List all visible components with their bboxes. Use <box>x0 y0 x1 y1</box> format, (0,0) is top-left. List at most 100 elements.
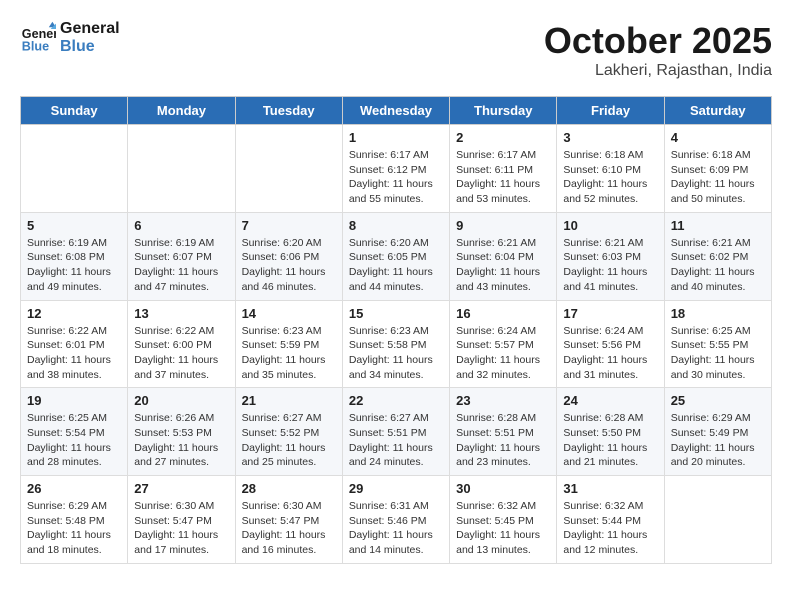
location-subtitle: Lakheri, Rajasthan, India <box>544 62 772 80</box>
calendar-cell: 3 Sunrise: 6:18 AM Sunset: 6:10 PM Daylig… <box>557 125 664 213</box>
calendar-cell: 14 Sunrise: 6:23 AM Sunset: 5:59 PM Dayli… <box>235 300 342 388</box>
day-number: 14 <box>242 306 336 321</box>
calendar-cell: 1Sunrise: 6:17 AM Sunset: 6:12 PM Daylig… <box>342 125 449 213</box>
weekday-header-row: SundayMondayTuesdayWednesdayThursdayFrid… <box>21 97 772 125</box>
calendar-cell: 12 Sunrise: 6:22 AM Sunset: 6:01 PM Dayli… <box>21 300 128 388</box>
day-number: 23 <box>456 393 550 408</box>
day-number: 2 <box>456 130 550 145</box>
day-info: Sunrise: 6:21 AM Sunset: 6:02 PM Dayligh… <box>671 236 765 295</box>
day-info: Sunrise: 6:32 AM Sunset: 5:45 PM Dayligh… <box>456 499 550 558</box>
day-info: Sunrise: 6:19 AM Sunset: 6:07 PM Dayligh… <box>134 236 228 295</box>
calendar-cell <box>235 125 342 213</box>
day-number: 25 <box>671 393 765 408</box>
day-info: Sunrise: 6:18 AM Sunset: 6:09 PM Dayligh… <box>671 148 765 207</box>
weekday-header-tuesday: Tuesday <box>235 97 342 125</box>
svg-text:Blue: Blue <box>22 40 49 54</box>
weekday-header-thursday: Thursday <box>450 97 557 125</box>
calendar-week-4: 19 Sunrise: 6:25 AM Sunset: 5:54 PM Dayli… <box>21 388 772 476</box>
day-info: Sunrise: 6:28 AM Sunset: 5:51 PM Dayligh… <box>456 411 550 470</box>
day-info: Sunrise: 6:26 AM Sunset: 5:53 PM Dayligh… <box>134 411 228 470</box>
page-header: General Blue General Blue October 2025 L… <box>20 20 772 80</box>
logo-icon: General Blue <box>20 20 56 56</box>
day-info: Sunrise: 6:23 AM Sunset: 5:58 PM Dayligh… <box>349 324 443 383</box>
calendar-cell: 26 Sunrise: 6:29 AM Sunset: 5:48 PM Dayli… <box>21 476 128 564</box>
day-info: Sunrise: 6:21 AM Sunset: 6:04 PM Dayligh… <box>456 236 550 295</box>
day-info: Sunrise: 6:30 AM Sunset: 5:47 PM Dayligh… <box>134 499 228 558</box>
calendar-week-5: 26 Sunrise: 6:29 AM Sunset: 5:48 PM Dayli… <box>21 476 772 564</box>
day-number: 22 <box>349 393 443 408</box>
day-number: 17 <box>563 306 657 321</box>
day-number: 24 <box>563 393 657 408</box>
day-info: Sunrise: 6:29 AM Sunset: 5:49 PM Dayligh… <box>671 411 765 470</box>
day-number: 4 <box>671 130 765 145</box>
calendar-cell: 15 Sunrise: 6:23 AM Sunset: 5:58 PM Dayli… <box>342 300 449 388</box>
calendar-cell: 9 Sunrise: 6:21 AM Sunset: 6:04 PM Daylig… <box>450 212 557 300</box>
day-number: 12 <box>27 306 121 321</box>
calendar-cell <box>128 125 235 213</box>
day-number: 16 <box>456 306 550 321</box>
day-info: Sunrise: 6:30 AM Sunset: 5:47 PM Dayligh… <box>242 499 336 558</box>
day-number: 10 <box>563 218 657 233</box>
day-info: Sunrise: 6:25 AM Sunset: 5:54 PM Dayligh… <box>27 411 121 470</box>
calendar-cell: 31 Sunrise: 6:32 AM Sunset: 5:44 PM Dayli… <box>557 476 664 564</box>
day-info: Sunrise: 6:20 AM Sunset: 6:05 PM Dayligh… <box>349 236 443 295</box>
day-info: Sunrise: 6:23 AM Sunset: 5:59 PM Dayligh… <box>242 324 336 383</box>
calendar-cell: 5Sunrise: 6:19 AM Sunset: 6:08 PM Daylig… <box>21 212 128 300</box>
day-number: 8 <box>349 218 443 233</box>
logo-general: General <box>60 20 120 38</box>
day-number: 13 <box>134 306 228 321</box>
day-number: 20 <box>134 393 228 408</box>
day-number: 3 <box>563 130 657 145</box>
calendar-cell: 18Sunrise: 6:25 AM Sunset: 5:55 PM Dayli… <box>664 300 771 388</box>
day-info: Sunrise: 6:22 AM Sunset: 6:01 PM Dayligh… <box>27 324 121 383</box>
calendar-cell: 24Sunrise: 6:28 AM Sunset: 5:50 PM Dayli… <box>557 388 664 476</box>
weekday-header-friday: Friday <box>557 97 664 125</box>
day-info: Sunrise: 6:29 AM Sunset: 5:48 PM Dayligh… <box>27 499 121 558</box>
day-info: Sunrise: 6:22 AM Sunset: 6:00 PM Dayligh… <box>134 324 228 383</box>
calendar-cell: 27 Sunrise: 6:30 AM Sunset: 5:47 PM Dayli… <box>128 476 235 564</box>
day-number: 9 <box>456 218 550 233</box>
day-info: Sunrise: 6:27 AM Sunset: 5:52 PM Dayligh… <box>242 411 336 470</box>
day-number: 27 <box>134 481 228 496</box>
day-info: Sunrise: 6:24 AM Sunset: 5:57 PM Dayligh… <box>456 324 550 383</box>
calendar-cell: 25 Sunrise: 6:29 AM Sunset: 5:49 PM Dayli… <box>664 388 771 476</box>
day-number: 18 <box>671 306 765 321</box>
calendar-cell: 11 Sunrise: 6:21 AM Sunset: 6:02 PM Dayli… <box>664 212 771 300</box>
day-info: Sunrise: 6:21 AM Sunset: 6:03 PM Dayligh… <box>563 236 657 295</box>
day-info: Sunrise: 6:18 AM Sunset: 6:10 PM Dayligh… <box>563 148 657 207</box>
calendar-cell: 19 Sunrise: 6:25 AM Sunset: 5:54 PM Dayli… <box>21 388 128 476</box>
day-number: 28 <box>242 481 336 496</box>
calendar-cell: 28 Sunrise: 6:30 AM Sunset: 5:47 PM Dayli… <box>235 476 342 564</box>
day-info: Sunrise: 6:32 AM Sunset: 5:44 PM Dayligh… <box>563 499 657 558</box>
day-info: Sunrise: 6:31 AM Sunset: 5:46 PM Dayligh… <box>349 499 443 558</box>
day-number: 26 <box>27 481 121 496</box>
weekday-header-monday: Monday <box>128 97 235 125</box>
calendar-cell: 13 Sunrise: 6:22 AM Sunset: 6:00 PM Dayli… <box>128 300 235 388</box>
day-info: Sunrise: 6:19 AM Sunset: 6:08 PM Dayligh… <box>27 236 121 295</box>
calendar-cell: 16 Sunrise: 6:24 AM Sunset: 5:57 PM Dayli… <box>450 300 557 388</box>
day-number: 15 <box>349 306 443 321</box>
weekday-header-saturday: Saturday <box>664 97 771 125</box>
day-info: Sunrise: 6:17 AM Sunset: 6:12 PM Dayligh… <box>349 148 443 207</box>
day-info: Sunrise: 6:20 AM Sunset: 6:06 PM Dayligh… <box>242 236 336 295</box>
day-number: 7 <box>242 218 336 233</box>
month-title: October 2025 <box>544 20 772 62</box>
calendar-cell: 17 Sunrise: 6:24 AM Sunset: 5:56 PM Dayli… <box>557 300 664 388</box>
calendar-week-1: 1Sunrise: 6:17 AM Sunset: 6:12 PM Daylig… <box>21 125 772 213</box>
day-info: Sunrise: 6:27 AM Sunset: 5:51 PM Dayligh… <box>349 411 443 470</box>
calendar-cell: 21Sunrise: 6:27 AM Sunset: 5:52 PM Dayli… <box>235 388 342 476</box>
calendar-cell: 4 Sunrise: 6:18 AM Sunset: 6:09 PM Daylig… <box>664 125 771 213</box>
day-info: Sunrise: 6:24 AM Sunset: 5:56 PM Dayligh… <box>563 324 657 383</box>
weekday-header-sunday: Sunday <box>21 97 128 125</box>
day-number: 11 <box>671 218 765 233</box>
day-number: 31 <box>563 481 657 496</box>
day-number: 19 <box>27 393 121 408</box>
calendar-cell <box>21 125 128 213</box>
logo: General Blue General Blue <box>20 20 120 56</box>
calendar-cell: 20 Sunrise: 6:26 AM Sunset: 5:53 PM Dayli… <box>128 388 235 476</box>
day-info: Sunrise: 6:17 AM Sunset: 6:11 PM Dayligh… <box>456 148 550 207</box>
calendar-week-2: 5Sunrise: 6:19 AM Sunset: 6:08 PM Daylig… <box>21 212 772 300</box>
calendar-table: SundayMondayTuesdayWednesdayThursdayFrid… <box>20 96 772 564</box>
calendar-cell: 6Sunrise: 6:19 AM Sunset: 6:07 PM Daylig… <box>128 212 235 300</box>
title-block: October 2025 Lakheri, Rajasthan, India <box>544 20 772 80</box>
